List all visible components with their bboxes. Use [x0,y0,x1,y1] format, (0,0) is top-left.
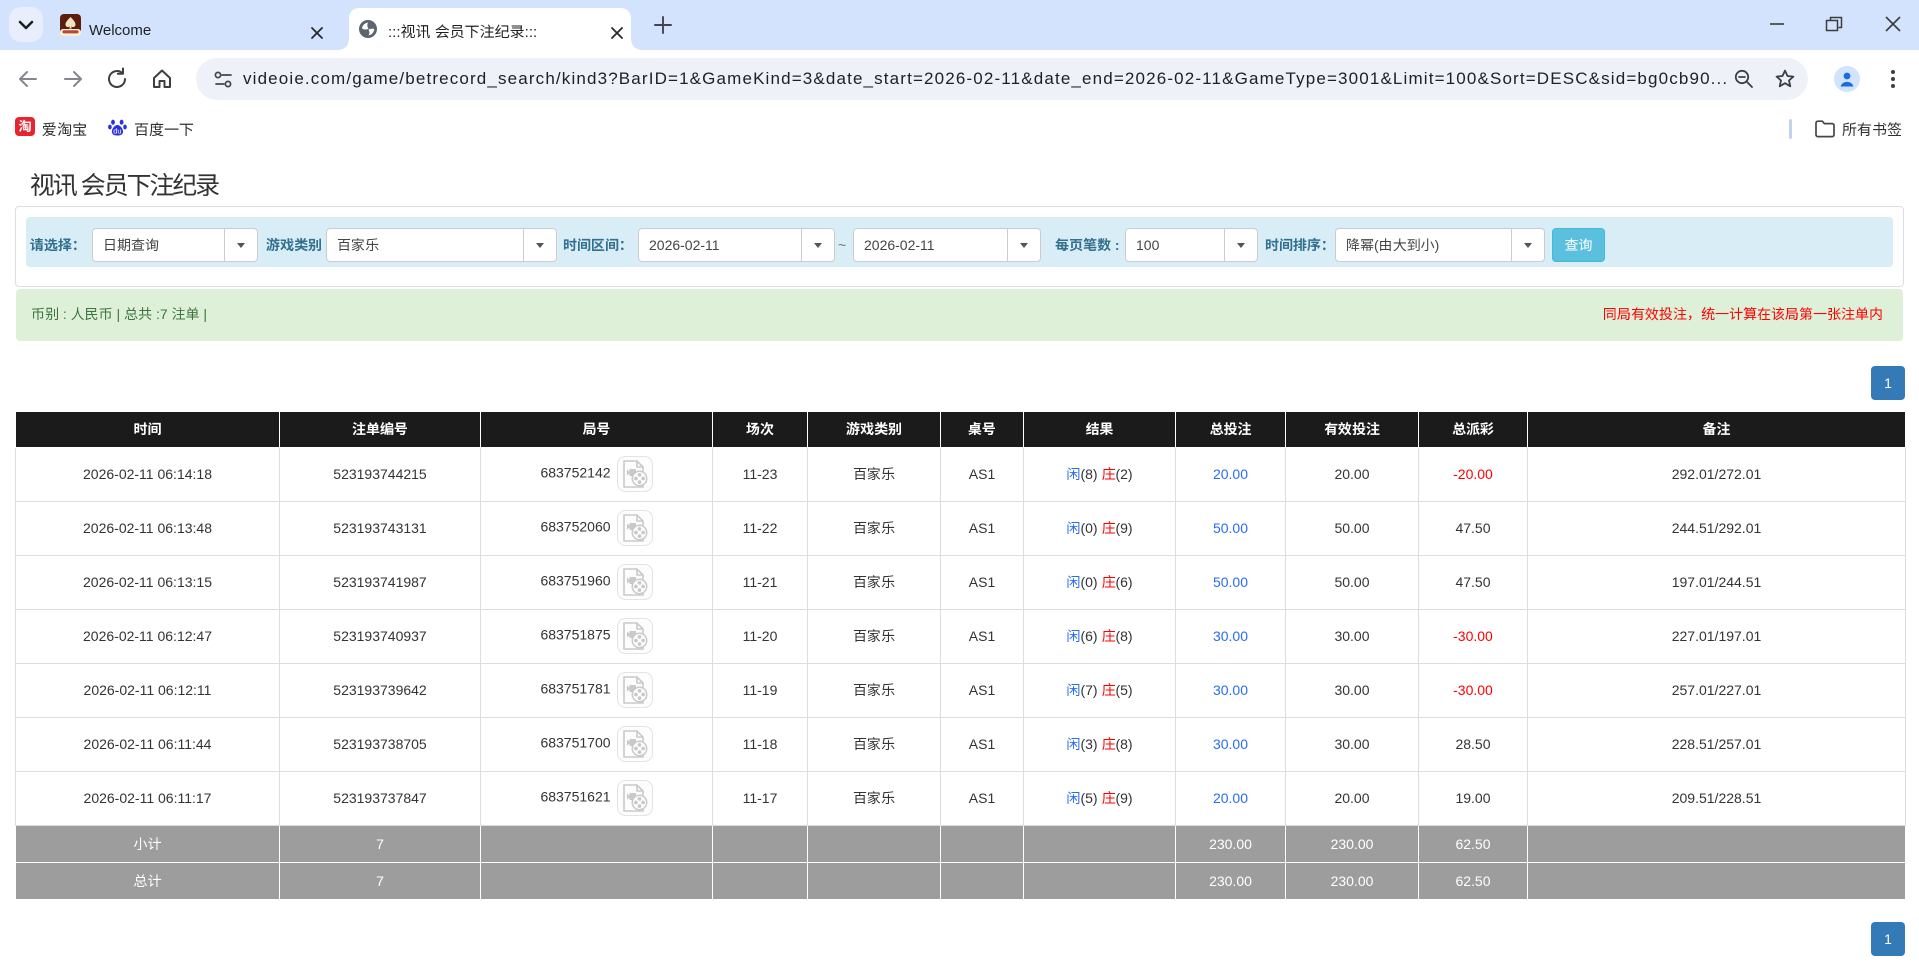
svg-text:du: du [113,127,121,136]
